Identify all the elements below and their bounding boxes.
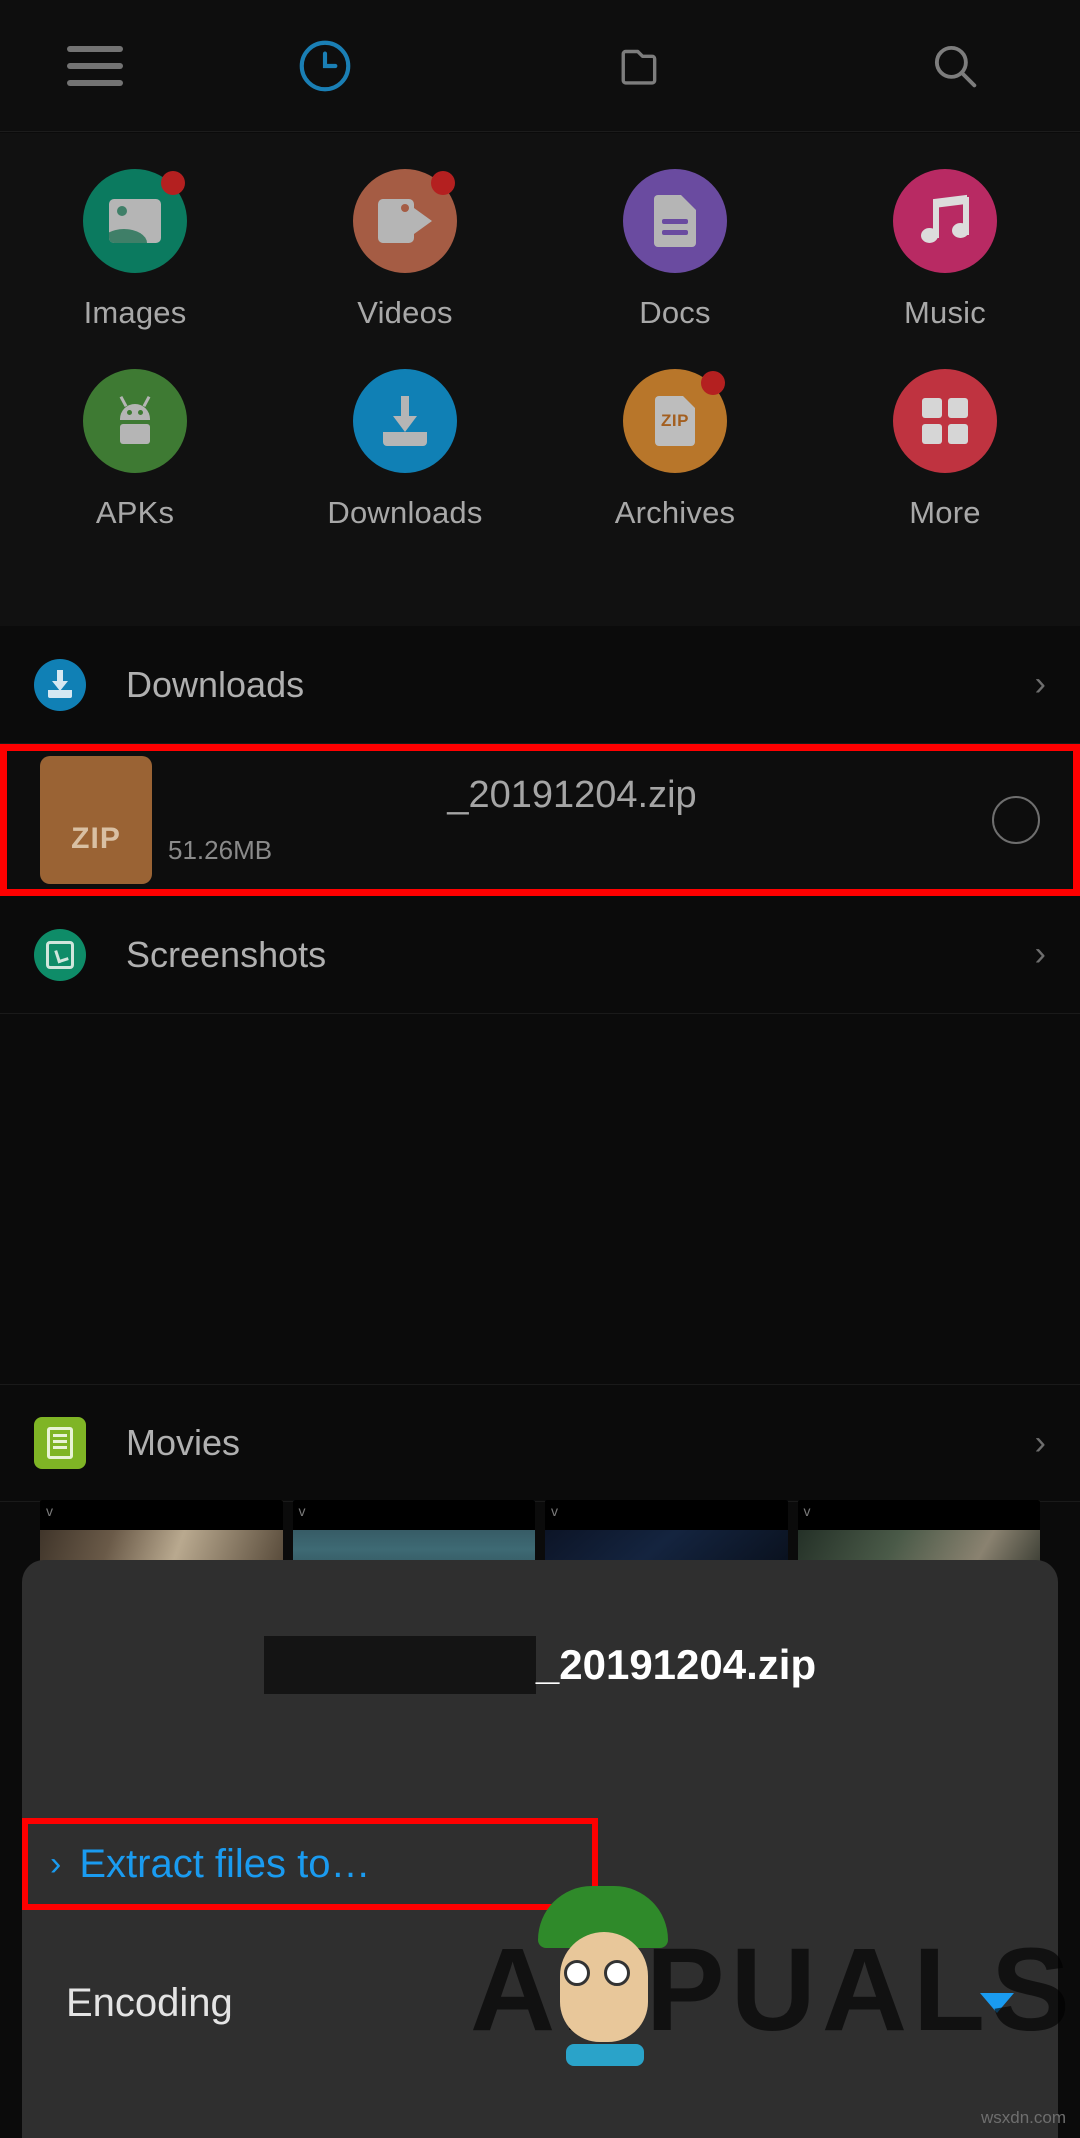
sheet-title-row: _20191204.zip bbox=[22, 1560, 1058, 1770]
category-label: Music bbox=[904, 295, 986, 330]
site-credit: wsxdn.com bbox=[980, 2108, 1066, 2127]
category-label: More bbox=[909, 495, 981, 530]
screenshot-circle-icon bbox=[34, 928, 86, 981]
hamburger-menu-icon bbox=[67, 45, 123, 86]
section-title: Movies bbox=[126, 1422, 241, 1463]
category-row-1: Images Videos Docs Music bbox=[0, 169, 1080, 331]
section-header-movies[interactable]: Movies › bbox=[0, 1384, 1080, 1502]
tab-folders[interactable] bbox=[460, 37, 830, 95]
content-list: Downloads › ZIP _20191204.zip 51.26MB Sc… bbox=[0, 626, 1080, 1502]
category-label: Archives bbox=[614, 495, 736, 530]
sheet-file-title: _20191204.zip bbox=[535, 1641, 817, 1688]
file-row-highlight-wrapper: ZIP _20191204.zip 51.26MB bbox=[0, 744, 1080, 896]
file-select-checkbox[interactable] bbox=[992, 796, 1040, 844]
table-row[interactable]: ZIP _20191204.zip 51.26MB bbox=[8, 750, 1072, 890]
chevron-right-icon: › bbox=[1034, 665, 1046, 703]
menu-button[interactable] bbox=[0, 45, 190, 86]
download-circle-icon bbox=[34, 658, 86, 711]
category-apks[interactable]: APKs bbox=[0, 369, 270, 531]
category-label: Downloads bbox=[327, 495, 483, 530]
image-icon bbox=[83, 169, 187, 273]
file-manager-screen: Images Videos Docs Music APKs Downloads … bbox=[0, 0, 1080, 2138]
encoding-value[interactable]: Auto bbox=[233, 1984, 980, 2023]
zip-glyph-label: ZIP bbox=[661, 411, 689, 430]
zip-thumb-label: ZIP bbox=[71, 822, 121, 855]
file-size: 51.26MB bbox=[168, 835, 273, 865]
category-downloads[interactable]: Downloads bbox=[270, 369, 540, 531]
tab-recent[interactable] bbox=[190, 35, 460, 97]
music-note-icon bbox=[893, 169, 997, 273]
category-music[interactable]: Music bbox=[810, 169, 1080, 331]
top-app-bar bbox=[0, 0, 1080, 132]
folder-icon bbox=[621, 49, 657, 85]
encoding-label: Encoding bbox=[66, 1980, 233, 2025]
category-label: Docs bbox=[639, 295, 711, 330]
section-header-downloads[interactable]: Downloads › bbox=[0, 626, 1080, 744]
extract-files-to-label: Extract files to… bbox=[79, 1841, 371, 1886]
category-label: Images bbox=[83, 295, 187, 330]
extract-bottom-sheet: _20191204.zip › Extract files to… Encodi… bbox=[22, 1560, 1058, 2138]
category-more[interactable]: More bbox=[810, 369, 1080, 531]
category-row-2: APKs Downloads ZIP Archives More bbox=[0, 369, 1080, 531]
chevron-right-icon: › bbox=[1034, 1423, 1046, 1462]
section-header-screenshots[interactable]: Screenshots › bbox=[0, 896, 1080, 1014]
search-button[interactable] bbox=[830, 37, 1080, 95]
category-archives[interactable]: ZIP Archives bbox=[540, 369, 810, 531]
file-info: _20191204.zip 51.26MB bbox=[152, 774, 992, 866]
category-docs[interactable]: Docs bbox=[540, 169, 810, 331]
document-icon bbox=[623, 169, 727, 273]
chevron-right-icon: › bbox=[50, 1844, 62, 1883]
section-title: Downloads bbox=[126, 663, 305, 705]
caret-down-icon[interactable] bbox=[980, 1993, 1014, 2013]
video-icon bbox=[353, 169, 457, 273]
file-name: _20191204.zip bbox=[447, 774, 697, 816]
category-label: Videos bbox=[357, 295, 453, 330]
category-videos[interactable]: Videos bbox=[270, 169, 540, 331]
chevron-right-icon: › bbox=[1034, 935, 1046, 973]
badge-dot bbox=[701, 371, 725, 395]
download-arrow-icon bbox=[353, 369, 457, 473]
badge-dot bbox=[161, 171, 185, 195]
category-grid: Images Videos Docs Music APKs Downloads … bbox=[0, 133, 1080, 626]
clock-recent-icon bbox=[299, 40, 351, 91]
grid-squares-icon bbox=[893, 369, 997, 473]
extract-row-wrapper: › Extract files to… bbox=[22, 1818, 1058, 1910]
encoding-row[interactable]: Encoding Auto bbox=[22, 1942, 1058, 2064]
movies-icon bbox=[34, 1417, 86, 1469]
category-images[interactable]: Images bbox=[0, 169, 270, 331]
extract-files-to-button[interactable]: › Extract files to… bbox=[22, 1818, 1058, 1910]
redacted-filename-block bbox=[263, 1636, 536, 1694]
section-title: Screenshots bbox=[126, 933, 327, 975]
search-icon bbox=[934, 45, 977, 87]
zip-file-thumbnail-icon: ZIP bbox=[40, 756, 152, 884]
empty-screenshots-area bbox=[0, 1014, 1080, 1384]
category-label: APKs bbox=[95, 495, 175, 530]
zip-file-icon: ZIP bbox=[623, 369, 727, 473]
android-icon bbox=[83, 369, 187, 473]
badge-dot bbox=[431, 171, 455, 195]
